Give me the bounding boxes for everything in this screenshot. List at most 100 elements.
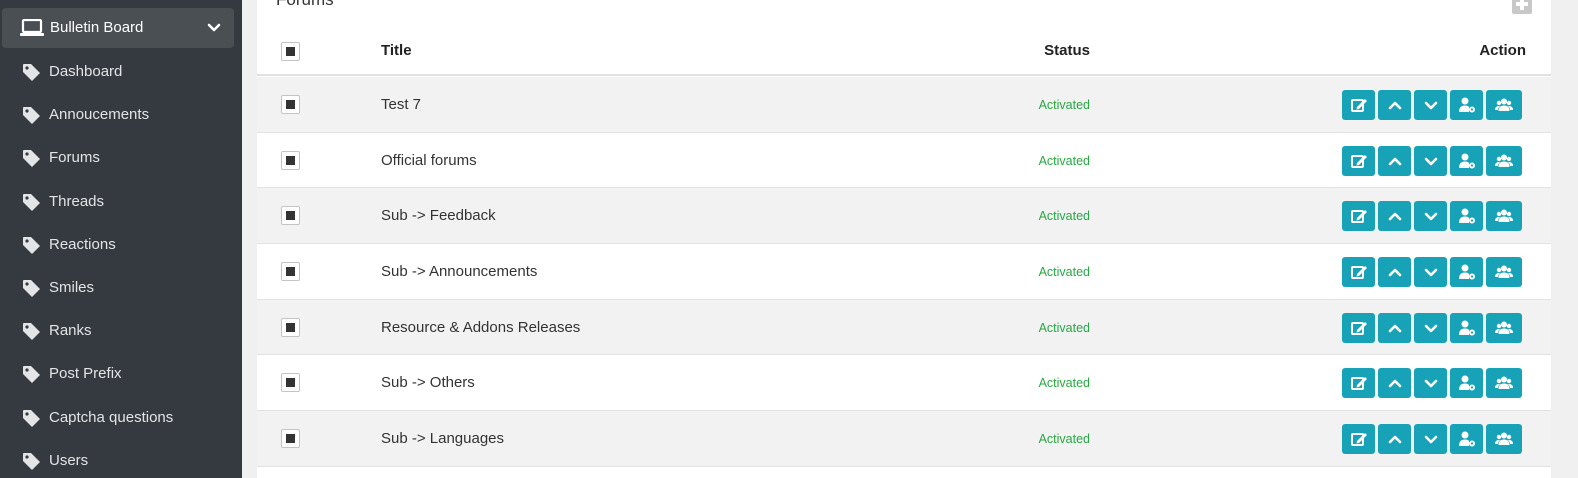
- table-row: Sub -> Announcements Activated: [257, 244, 1551, 300]
- chevron-up-icon: [1386, 152, 1404, 170]
- sidebar-item-captcha-questions[interactable]: Captcha questions: [0, 397, 242, 437]
- row-actions: [1342, 312, 1522, 343]
- group-permissions-button[interactable]: [1486, 145, 1522, 176]
- column-header-action: Action: [1479, 42, 1526, 59]
- table-row: Sub -> Feedback Activated: [257, 188, 1551, 245]
- tag-icon: [22, 193, 41, 212]
- user-settings-icon: [1458, 374, 1476, 392]
- sidebar-item-label: Captcha questions: [49, 408, 174, 426]
- forum-title[interactable]: Official forums: [381, 152, 477, 169]
- group-permissions-button[interactable]: [1486, 257, 1522, 288]
- group-permissions-button[interactable]: [1486, 312, 1522, 343]
- tag-icon: [22, 365, 41, 384]
- move-up-button[interactable]: [1378, 312, 1411, 343]
- chevron-up-icon: [1386, 319, 1404, 337]
- edit-button[interactable]: [1342, 201, 1375, 232]
- move-down-button[interactable]: [1414, 145, 1447, 176]
- sidebar-item-post-prefix[interactable]: Post Prefix: [0, 353, 242, 393]
- select-all-checkbox[interactable]: [281, 42, 300, 61]
- user-settings-icon: [1458, 152, 1476, 170]
- add-forum-button[interactable]: [1512, 0, 1532, 14]
- chevron-down-icon: [1422, 374, 1440, 392]
- group-permissions-button[interactable]: [1486, 201, 1522, 232]
- group-permissions-button[interactable]: [1486, 424, 1522, 455]
- sidebar-item-ranks[interactable]: Ranks: [0, 310, 242, 350]
- sidebar-item-label: Threads: [49, 192, 105, 210]
- chevron-up-icon: [1386, 263, 1404, 281]
- users-icon: [1495, 430, 1513, 448]
- edit-button[interactable]: [1342, 368, 1375, 399]
- move-down-button[interactable]: [1414, 312, 1447, 343]
- chevron-up-icon: [1386, 207, 1404, 225]
- sidebar-item-dashboard[interactable]: Dashboard: [0, 51, 242, 91]
- row-checkbox[interactable]: [281, 150, 300, 170]
- edit-icon: [1350, 319, 1368, 337]
- column-header-title: Title: [381, 42, 412, 59]
- move-down-button[interactable]: [1414, 368, 1447, 399]
- forum-title[interactable]: Resource & Addons Releases: [381, 319, 580, 336]
- move-down-button[interactable]: [1414, 257, 1447, 288]
- move-down-button[interactable]: [1414, 90, 1447, 120]
- sidebar-item-users[interactable]: Users: [0, 440, 242, 478]
- sidebar-item-annoucements[interactable]: Annoucements: [0, 94, 242, 134]
- move-up-button[interactable]: [1378, 90, 1411, 120]
- sidebar-item-smiles[interactable]: Smiles: [0, 267, 242, 307]
- sidebar-item-reactions[interactable]: Reactions: [0, 224, 242, 264]
- sidebar-item-label: Annoucements: [49, 106, 150, 124]
- status-badge: Activated: [1038, 320, 1090, 335]
- tag-icon: [22, 409, 41, 428]
- users-icon: [1495, 374, 1513, 392]
- group-permissions-button[interactable]: [1486, 90, 1522, 120]
- edit-icon: [1350, 207, 1368, 225]
- users-icon: [1495, 207, 1513, 225]
- user-settings-icon: [1458, 96, 1476, 114]
- column-header-status: Status: [1044, 42, 1090, 59]
- row-checkbox[interactable]: [281, 206, 300, 226]
- edit-button[interactable]: [1342, 90, 1375, 120]
- forum-title[interactable]: Sub -> Others: [381, 374, 475, 391]
- chevron-down-icon[interactable]: [207, 21, 221, 35]
- row-checkbox[interactable]: [281, 262, 300, 282]
- users-icon: [1495, 152, 1513, 170]
- user-permissions-button[interactable]: [1450, 257, 1483, 288]
- edit-button[interactable]: [1342, 424, 1375, 455]
- move-up-button[interactable]: [1378, 257, 1411, 288]
- move-up-button[interactable]: [1378, 424, 1411, 455]
- chevron-down-icon: [1422, 96, 1440, 114]
- forum-title[interactable]: Sub -> Announcements: [381, 263, 537, 280]
- status-badge: Activated: [1038, 98, 1090, 112]
- row-checkbox[interactable]: [281, 373, 300, 393]
- sidebar-item-threads[interactable]: Threads: [0, 181, 242, 221]
- user-permissions-button[interactable]: [1450, 368, 1483, 399]
- edit-button[interactable]: [1342, 257, 1375, 288]
- user-permissions-button[interactable]: [1450, 90, 1483, 120]
- chevron-down-icon: [1422, 207, 1440, 225]
- move-up-button[interactable]: [1378, 368, 1411, 399]
- user-permissions-button[interactable]: [1450, 424, 1483, 455]
- move-down-button[interactable]: [1414, 424, 1447, 455]
- row-actions: [1342, 90, 1522, 120]
- user-permissions-button[interactable]: [1450, 145, 1483, 176]
- edit-button[interactable]: [1342, 145, 1375, 176]
- users-icon: [1495, 96, 1513, 114]
- row-checkbox[interactable]: [281, 429, 300, 449]
- group-permissions-button[interactable]: [1486, 368, 1522, 399]
- edit-button[interactable]: [1342, 312, 1375, 343]
- edit-icon: [1350, 263, 1368, 281]
- forum-title[interactable]: Sub -> Languages: [381, 430, 504, 447]
- move-up-button[interactable]: [1378, 201, 1411, 232]
- sidebar-section-bulletin-board[interactable]: Bulletin Board: [2, 8, 234, 48]
- user-permissions-button[interactable]: [1450, 201, 1483, 232]
- row-checkbox[interactable]: [281, 317, 300, 337]
- chevron-down-icon: [1422, 430, 1440, 448]
- forum-title[interactable]: Test 7: [381, 96, 421, 113]
- move-up-button[interactable]: [1378, 145, 1411, 176]
- sidebar-item-label: Users: [49, 451, 89, 469]
- row-checkbox[interactable]: [281, 95, 300, 114]
- move-down-button[interactable]: [1414, 201, 1447, 232]
- forum-title[interactable]: Sub -> Feedback: [381, 207, 496, 224]
- user-permissions-button[interactable]: [1450, 312, 1483, 343]
- tag-icon: [22, 322, 41, 341]
- table-row: Official forums Activated: [257, 133, 1551, 189]
- sidebar-item-forums[interactable]: Forums: [0, 137, 242, 177]
